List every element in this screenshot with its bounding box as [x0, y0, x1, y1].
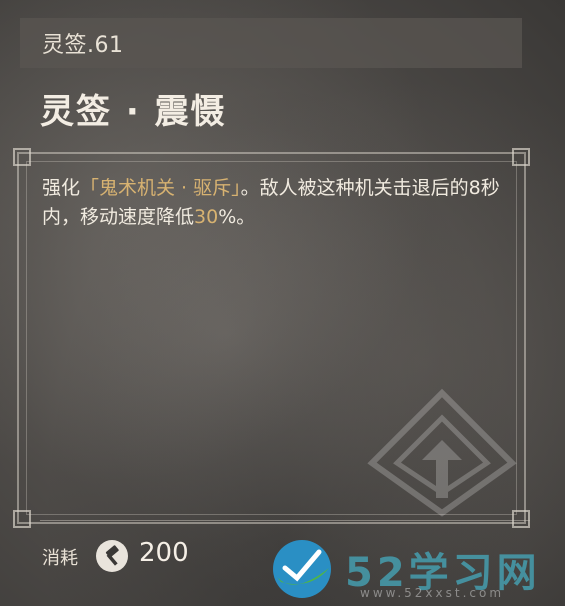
level-label: 灵签.61	[42, 33, 124, 58]
cost-value: 200	[139, 538, 189, 568]
footer-divider	[40, 520, 530, 521]
corner-ornament	[13, 510, 31, 528]
corner-ornament	[512, 148, 530, 166]
hammer-icon	[96, 540, 128, 572]
desc-highlight-value: 30	[194, 206, 219, 228]
corner-ornament	[13, 148, 31, 166]
cost-label: 消耗	[42, 548, 78, 569]
description-text: 强化「鬼术机关 · 驱斥」。敌人被这种机关击退后的8秒内，移动速度降低30%。	[42, 174, 502, 232]
card-title: 灵签 · 震慑	[40, 92, 227, 132]
watermark-site-url: www.52xxst.com	[360, 586, 505, 600]
emblem-icon	[367, 388, 517, 517]
site-logo-icon	[273, 540, 331, 598]
level-bar: 灵签.61	[20, 18, 522, 68]
desc-part-1: 强化	[42, 177, 81, 199]
desc-highlight-name: 「鬼术机关 · 驱斥」	[80, 177, 241, 199]
desc-part-3: %。	[218, 206, 256, 228]
